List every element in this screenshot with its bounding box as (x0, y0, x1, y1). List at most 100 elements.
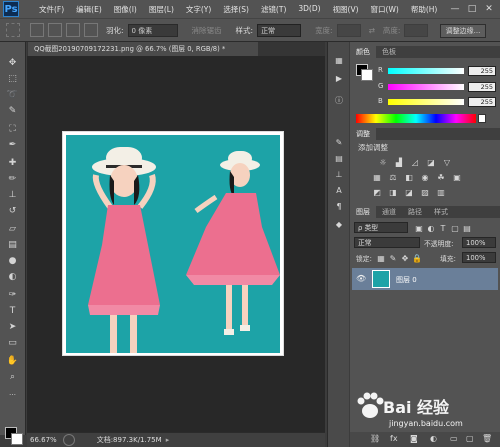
lock-transparent-icon[interactable]: ▦ (376, 253, 386, 263)
tab-swatches[interactable]: 色板 (376, 46, 402, 58)
threshold-icon[interactable]: ◪ (404, 187, 414, 197)
hand-tool-icon[interactable]: ✋ (5, 354, 20, 368)
image-canvas[interactable] (62, 131, 284, 356)
brightness-contrast-icon[interactable]: ☼ (378, 157, 388, 167)
green-value-input[interactable]: 255 (468, 82, 496, 92)
mask-icon[interactable]: ◙ (410, 434, 418, 443)
blue-value-input[interactable]: 255 (468, 97, 496, 107)
quick-select-tool-icon[interactable]: ✎ (5, 104, 20, 118)
tab-paths[interactable]: 路径 (402, 206, 428, 218)
fill-input[interactable]: 100% (462, 252, 496, 263)
background-color-swatch[interactable] (11, 433, 23, 445)
new-group-icon[interactable]: ▭ (450, 434, 458, 443)
fx-icon[interactable]: fx (390, 434, 398, 443)
posterize-icon[interactable]: ◨ (388, 187, 398, 197)
spectrum-white-swatch[interactable] (478, 114, 486, 123)
color-lookup-icon[interactable]: ▣ (452, 172, 462, 182)
green-slider[interactable] (388, 84, 464, 90)
new-selection-icon[interactable] (30, 23, 44, 37)
opacity-input[interactable]: 100% (462, 237, 496, 248)
history-brush-tool-icon[interactable]: ↺ (5, 204, 20, 218)
history-panel-icon[interactable]: ▦ (332, 54, 346, 66)
eyedropper-tool-icon[interactable]: ✒ (5, 138, 20, 152)
style-select[interactable]: 正常 (257, 23, 302, 37)
minimize-button[interactable]: — (448, 2, 462, 15)
photo-filter-icon[interactable]: ◉ (420, 172, 430, 182)
menu-select[interactable]: 选择(S) (217, 4, 255, 15)
add-selection-icon[interactable] (48, 23, 62, 37)
tab-styles[interactable]: 样式 (428, 206, 454, 218)
more-tools-icon[interactable]: … (5, 386, 20, 400)
height-input[interactable] (404, 23, 429, 37)
selective-color-icon[interactable]: ▨ (420, 187, 430, 197)
tab-adjustments[interactable]: 调整 (350, 128, 376, 140)
new-layer-icon[interactable]: ▢ (466, 434, 474, 443)
brush-tool-icon[interactable]: ✏ (5, 172, 20, 186)
clone-source-icon[interactable]: ⊥ (332, 168, 346, 180)
lasso-tool-icon[interactable]: ➰ (5, 88, 20, 102)
shape-tool-icon[interactable]: ▭ (5, 336, 20, 350)
trash-icon[interactable]: 🗑 (482, 434, 492, 443)
intersect-selection-icon[interactable] (84, 23, 98, 37)
lock-pixels-icon[interactable]: ✎ (388, 253, 398, 263)
levels-icon[interactable]: ▟ (394, 157, 404, 167)
gradient-tool-icon[interactable]: ▤ (5, 238, 20, 252)
refine-edge-button[interactable]: 调整边缘... (440, 24, 486, 38)
subtract-selection-icon[interactable] (66, 23, 80, 37)
filter-type-icon[interactable]: T (438, 223, 448, 233)
healing-brush-tool-icon[interactable]: ✚ (5, 156, 20, 170)
link-layers-icon[interactable]: ⛓ (370, 434, 380, 443)
red-slider[interactable] (388, 68, 464, 74)
paragraph-panel-icon[interactable]: ¶ (332, 200, 346, 212)
feather-input[interactable]: 0 像素 (127, 23, 178, 37)
menu-edit[interactable]: 编辑(E) (70, 4, 108, 15)
layer-filter-select[interactable]: ρ 类型 (354, 222, 408, 233)
menu-view[interactable]: 视图(V) (327, 4, 365, 15)
actions-panel-icon[interactable]: ▶ (332, 72, 346, 84)
pen-tool-icon[interactable]: ✑ (5, 288, 20, 302)
menu-window[interactable]: 窗口(W) (365, 4, 405, 15)
character-panel-icon[interactable]: A (332, 184, 346, 196)
vibrance-icon[interactable]: ▽ (442, 157, 452, 167)
gradient-map-icon[interactable]: ▥ (436, 187, 446, 197)
tab-color[interactable]: 颜色 (350, 46, 376, 58)
move-tool-icon[interactable]: ✥ (5, 56, 20, 70)
tab-layers[interactable]: 图层 (350, 206, 376, 218)
crop-tool-icon[interactable]: ⛶ (5, 122, 20, 136)
zoom-tool-icon[interactable]: ⌕ (5, 370, 20, 384)
lock-position-icon[interactable]: ✥ (400, 253, 410, 263)
path-select-tool-icon[interactable]: ➤ (5, 320, 20, 334)
exposure-icon[interactable]: ◪ (426, 157, 436, 167)
blur-tool-icon[interactable]: ● (5, 254, 20, 268)
eraser-tool-icon[interactable]: ▱ (5, 222, 20, 236)
black-white-icon[interactable]: ◧ (404, 172, 414, 182)
document-tab[interactable]: QQ截图20190709172231.png @ 66.7% (图层 0, RG… (28, 42, 258, 56)
new-adjustment-icon[interactable]: ◐ (430, 434, 437, 443)
filter-pixel-icon[interactable]: ▣ (414, 223, 424, 233)
marquee-tool-icon[interactable]: ⬚ (5, 72, 20, 86)
menu-file[interactable]: 文件(F) (33, 4, 70, 15)
antialias-checkbox[interactable]: 消除锯齿 (192, 25, 222, 36)
clone-stamp-tool-icon[interactable]: ⊥ (5, 188, 20, 202)
layer-comps-icon[interactable]: ◆ (332, 218, 346, 230)
curves-icon[interactable]: ◿ (410, 157, 420, 167)
menu-3d[interactable]: 3D(D) (292, 4, 326, 15)
channel-mixer-icon[interactable]: ☘ (436, 172, 446, 182)
panel-background-swatch[interactable] (361, 69, 373, 81)
layer-name[interactable]: 图层 0 (396, 275, 417, 285)
menu-type[interactable]: 文字(Y) (180, 4, 217, 15)
status-arrow-icon[interactable]: ▸ (166, 436, 170, 444)
filter-smart-icon[interactable]: ▤ (462, 223, 472, 233)
dodge-tool-icon[interactable]: ◐ (5, 270, 20, 284)
blend-mode-select[interactable]: 正常 (354, 237, 420, 248)
brush-panel-icon[interactable]: ✎ (332, 136, 346, 148)
menu-image[interactable]: 图像(I) (108, 4, 143, 15)
invert-icon[interactable]: ◩ (372, 187, 382, 197)
brush-presets-icon[interactable]: ▤ (332, 152, 346, 164)
menu-filter[interactable]: 滤镜(T) (255, 4, 292, 15)
color-balance-icon[interactable]: ⚖ (388, 172, 398, 182)
marquee-tool-preset-icon[interactable] (6, 23, 20, 37)
zoom-readout[interactable]: 66.67% (30, 436, 57, 444)
width-input[interactable] (336, 23, 361, 37)
lock-all-icon[interactable]: 🔒 (412, 253, 422, 263)
